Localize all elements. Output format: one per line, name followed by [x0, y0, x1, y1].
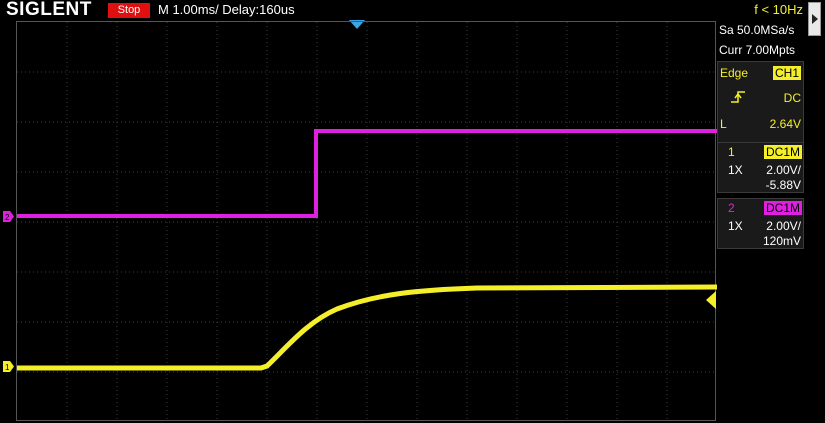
top-status-bar: SIGLENT Stop M 1.00ms/ Delay:160us f < 1…: [0, 0, 825, 36]
svg-text:1: 1: [5, 363, 10, 372]
ch2-settings-box[interactable]: 2 DC1M 1X 2.00V/ 120mV: [717, 198, 804, 249]
info-panel: Sa 50.0MSa/s Curr 7.00Mpts Edge CH1 DC L…: [717, 20, 825, 423]
ch2-number: 2: [728, 201, 735, 215]
memory-depth: Curr 7.00Mpts: [719, 43, 796, 57]
waveform-display[interactable]: [16, 21, 717, 422]
trigger-type: Edge: [720, 66, 749, 80]
ch2-offset-marker-icon[interactable]: 2: [3, 211, 14, 222]
ch2-probe: 1X: [728, 219, 743, 233]
ch2-scale: 2.00V/: [766, 219, 801, 233]
ch2-offset: 120mV: [762, 234, 801, 248]
ch1-waveform: [17, 284, 717, 371]
ch1-probe: 1X: [728, 163, 743, 177]
ch1-number: 1: [728, 145, 735, 159]
trigger-level-value: 2.64V: [769, 117, 801, 131]
ch2-waveform: [17, 129, 717, 218]
ch2-coupling-badge: DC1M: [763, 201, 802, 215]
ch1-offset: -5.88V: [765, 178, 801, 192]
frequency-counter: f < 10Hz: [754, 2, 803, 17]
svg-text:2: 2: [5, 213, 10, 222]
trigger-level-label: L: [720, 117, 727, 131]
ch1-coupling-badge: DC1M: [763, 145, 802, 159]
trigger-level-marker-icon[interactable]: [706, 291, 716, 309]
ch1-settings-box[interactable]: 1 DC1M 1X 2.00V/ -5.88V: [717, 142, 804, 193]
brand-logo: SIGLENT: [6, 0, 92, 20]
run-stop-indicator[interactable]: Stop: [108, 3, 150, 18]
trigger-settings-box[interactable]: Edge CH1 DC L 2.64V: [717, 61, 804, 155]
trigger-source-badge: CH1: [772, 66, 801, 80]
ch1-offset-marker-icon[interactable]: 1: [3, 361, 14, 372]
rising-edge-icon: [731, 91, 745, 103]
graticule: [17, 22, 717, 422]
ch1-scale: 2.00V/: [766, 163, 801, 177]
timebase-readout[interactable]: M 1.00ms/ Delay:160us: [158, 1, 295, 19]
trigger-coupling: DC: [783, 91, 801, 105]
sample-rate: Sa 50.0MSa/s: [719, 23, 795, 37]
